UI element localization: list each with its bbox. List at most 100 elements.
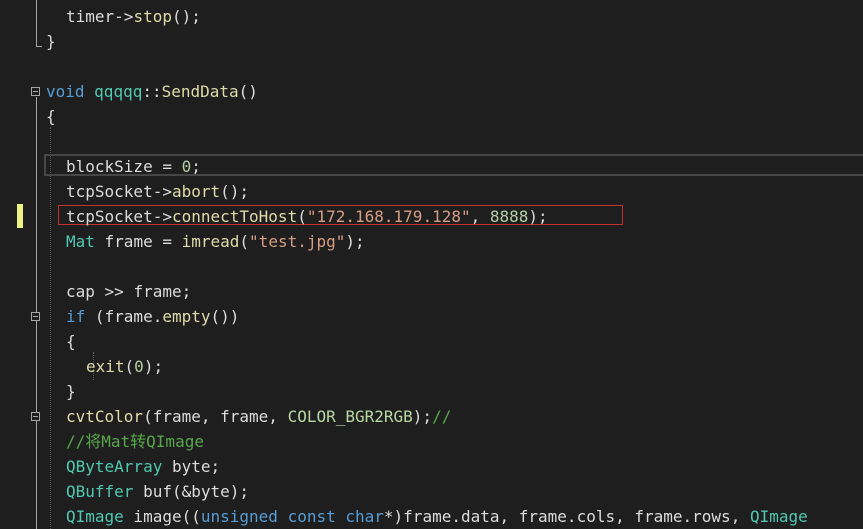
code-token: (frame, frame, (143, 407, 288, 426)
code-line[interactable]: //将Mat转QImage (0, 429, 863, 454)
code-token: blockSize (66, 157, 153, 176)
code-line[interactable]: tcpSocket->connectToHost("172.168.179.12… (0, 204, 863, 229)
code-line[interactable]: cvtColor(frame, frame, COLOR_BGR2RGB);// (0, 404, 863, 429)
code-token: "172.168.179.128" (306, 207, 471, 226)
code-token: (); (220, 182, 250, 201)
code-line[interactable] (0, 54, 863, 79)
code-token: QImage (66, 507, 124, 526)
code-line-content: QByteArray byte; (66, 454, 220, 479)
code-token: ( (297, 207, 307, 226)
code-token: byte; (162, 457, 221, 476)
code-line[interactable]: } (0, 379, 863, 404)
code-token: timer (66, 7, 115, 26)
code-token: 0 (134, 357, 144, 376)
code-token: qqqqq (94, 82, 143, 101)
code-token: } (46, 32, 56, 51)
code-line-content: void qqqqq::SendData() (46, 79, 258, 104)
code-token: if (66, 307, 86, 326)
code-line-content: //将Mat转QImage (66, 429, 204, 454)
code-line-content: cvtColor(frame, frame, COLOR_BGR2RGB);// (66, 404, 451, 429)
code-token: //将Mat转QImage (66, 432, 204, 451)
code-token: abort (171, 182, 221, 201)
code-line[interactable]: } (0, 29, 863, 54)
code-token: exit (86, 357, 125, 376)
code-line[interactable]: void qqqqq::SendData() (0, 79, 863, 104)
code-token: { (46, 107, 56, 126)
code-line-content: blockSize = 0; (66, 154, 201, 179)
code-token: char (345, 507, 384, 526)
code-line[interactable]: cap >> frame; (0, 279, 863, 304)
code-line[interactable]: blockSize = 0; (0, 154, 863, 179)
code-token: void (46, 82, 85, 101)
code-token: ( (124, 357, 135, 376)
code-token: tcpSocket (66, 207, 153, 226)
code-token: const (287, 507, 336, 526)
code-token: connectToHost (171, 207, 298, 226)
code-token: -> (152, 182, 172, 201)
code-token: frame = (94, 232, 182, 251)
code-token: ; (191, 157, 201, 176)
code-line-content: Mat frame = imread("test.jpg"); (66, 229, 365, 254)
code-line-content: timer->stop(); (66, 4, 201, 29)
code-token: ); (412, 407, 433, 426)
code-token: frame (133, 282, 182, 301)
code-line[interactable]: timer->stop(); (0, 4, 863, 29)
code-token: 0 (181, 157, 192, 176)
code-token: -> (114, 7, 134, 26)
code-line[interactable] (0, 129, 863, 154)
code-token: ; (181, 282, 192, 301)
code-token: 8888 (489, 207, 529, 226)
code-token: , (470, 207, 490, 226)
code-token: QImage (749, 507, 808, 526)
code-line-content: cap >> frame; (66, 279, 191, 304)
code-line[interactable]: { (0, 329, 863, 354)
code-token: stop (133, 7, 172, 26)
code-token: empty (162, 307, 211, 326)
code-token: ); (143, 357, 164, 376)
code-token: () (238, 82, 258, 101)
code-token: ()) (210, 307, 240, 326)
code-token: ( (239, 232, 250, 251)
code-line-content: if (frame.empty()) (66, 304, 239, 329)
code-line[interactable]: QByteArray byte; (0, 454, 863, 479)
code-token: cvtColor (66, 407, 144, 426)
code-line[interactable] (0, 254, 863, 279)
code-token: // (432, 407, 452, 426)
code-token: unsigned (200, 507, 278, 526)
code-line-content: { (46, 104, 56, 129)
code-editor[interactable]: timer->stop();} void qqqqq::SendData(){bl… (0, 0, 863, 529)
code-token: SendData (161, 82, 239, 101)
code-token: (); (171, 7, 201, 26)
code-line[interactable]: tcpSocket->abort(); (0, 179, 863, 204)
code-token: >> (94, 282, 134, 301)
code-token: } (66, 382, 76, 401)
code-token: :: (142, 82, 162, 101)
code-token: cap (66, 282, 95, 301)
code-line[interactable]: exit(0); (0, 354, 863, 379)
code-token: = (152, 157, 182, 176)
code-line-content: { (66, 329, 76, 354)
code-token: { (66, 332, 76, 351)
code-line[interactable]: if (frame.empty()) (0, 304, 863, 329)
code-line-content: tcpSocket->connectToHost("172.168.179.12… (66, 204, 548, 229)
code-token: buf(&byte); (133, 482, 250, 501)
code-token: imread (181, 232, 240, 251)
code-token: COLOR_BGR2RGB (287, 407, 413, 426)
code-token: QBuffer (66, 482, 134, 501)
code-line-content: QImage image((unsigned const char*)frame… (66, 504, 808, 529)
code-token: QByteArray (66, 457, 163, 476)
code-line[interactable]: QImage image((unsigned const char*)frame… (0, 504, 863, 529)
code-line[interactable]: QBuffer buf(&byte); (0, 479, 863, 504)
code-line-content: } (46, 29, 56, 54)
code-line[interactable]: { (0, 104, 863, 129)
code-token: Mat (66, 232, 95, 251)
code-line-content: QBuffer buf(&byte); (66, 479, 249, 504)
code-token: tcpSocket (66, 182, 153, 201)
code-line[interactable]: Mat frame = imread("test.jpg"); (0, 229, 863, 254)
code-token: ); (528, 207, 548, 226)
code-line-content: exit(0); (86, 354, 163, 379)
code-token: *)frame.data, frame.cols, frame.rows, (383, 507, 750, 526)
